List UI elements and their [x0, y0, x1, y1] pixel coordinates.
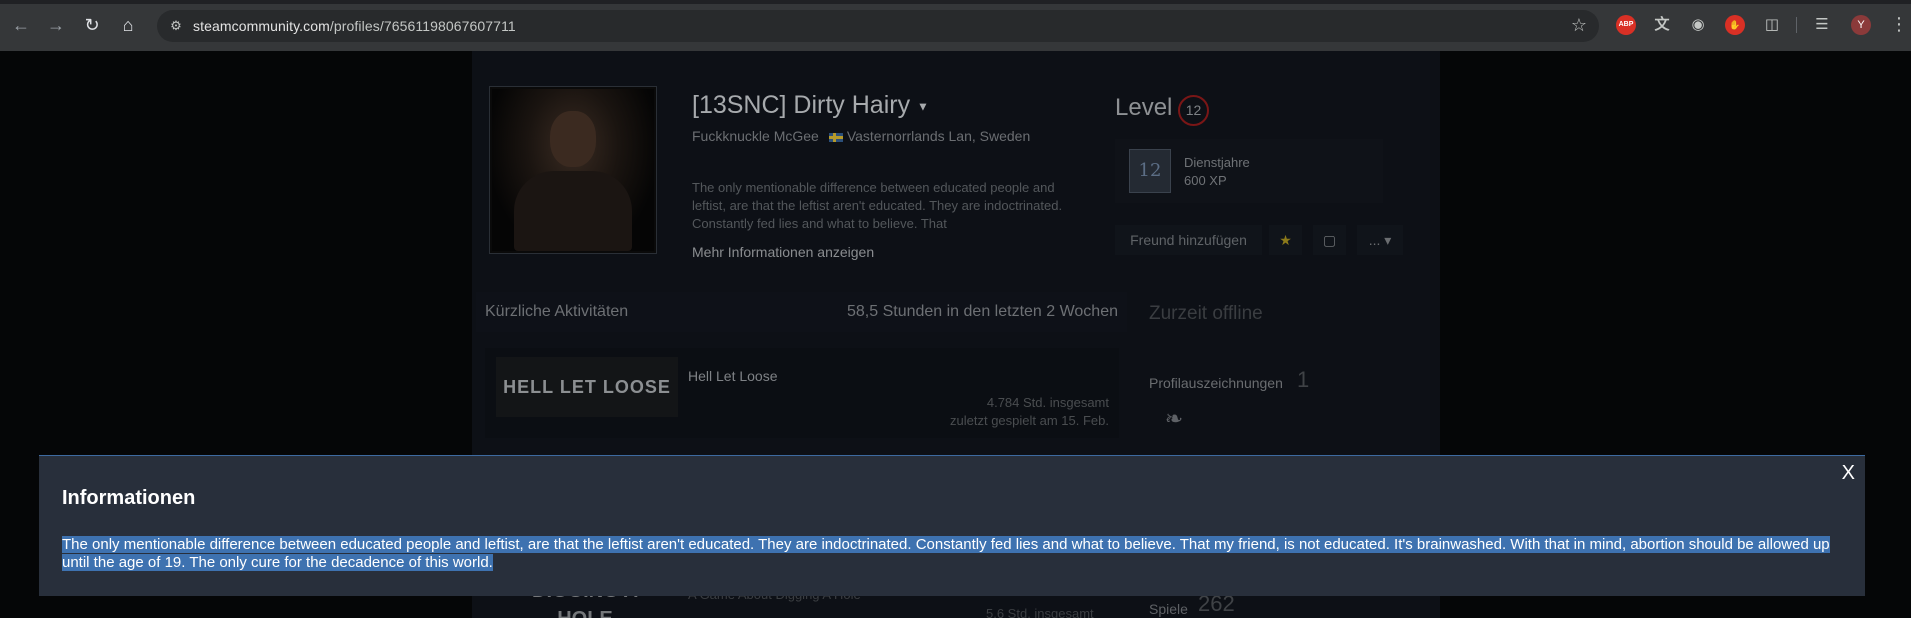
recent-activity-header: Kürzliche Aktivitäten 58,5 Stunden in de…: [476, 292, 1127, 332]
favorite-badge[interactable]: 12 Dienstjahre 600 XP: [1115, 139, 1383, 203]
real-name-line: Fuckknuckle McGee Vasternorrlands Lan, Sw…: [692, 128, 1030, 144]
browser-toolbar: ← → ↻ ⌂ ⚙ steamcommunity.com/profiles/76…: [0, 0, 1911, 51]
avatar-head-shape: [550, 111, 596, 167]
dialog-body[interactable]: The only mentionable difference between …: [62, 536, 1852, 572]
chevron-down-icon[interactable]: ▼: [917, 99, 929, 113]
game-total-hours: 4.784 Std. insgesamt: [986, 395, 1109, 410]
profile-avatar-button[interactable]: Y: [1851, 15, 1871, 35]
recent-activity-title: Kürzliche Aktivitäten: [485, 303, 629, 320]
url-host: steamcommunity.com: [193, 18, 330, 34]
level-badge: 12: [1178, 95, 1209, 126]
information-dialog: Informationen X The only mentionable dif…: [39, 455, 1865, 596]
playlist-icon[interactable]: ☰: [1812, 15, 1832, 35]
badge-name: Dienstjahre: [1184, 155, 1250, 170]
location: Vasternorrlands Lan, Sweden: [846, 128, 1031, 144]
game-name[interactable]: Hell Let Loose: [688, 368, 778, 384]
forward-icon[interactable]: →: [45, 14, 67, 36]
site-info-icon[interactable]: ⚙: [167, 17, 185, 35]
game2-hours: 5,6 Std. insgesamt: [986, 606, 1094, 618]
winged-award-icon[interactable]: ❧: [1152, 406, 1196, 438]
award-ribbon-icon[interactable]: ★: [1269, 225, 1302, 255]
game-last-played: zuletzt gespielt am 15. Feb.: [950, 413, 1109, 428]
avatar-body-shape: [514, 171, 632, 251]
mask-icon[interactable]: ◉: [1688, 15, 1708, 35]
level-label: Level: [1115, 94, 1173, 121]
profile-awards-count[interactable]: 1: [1297, 367, 1309, 393]
adblock-icon[interactable]: ABP: [1616, 15, 1636, 35]
hand-stop-icon[interactable]: ✋: [1725, 15, 1745, 35]
reload-icon[interactable]: ↻: [81, 14, 103, 36]
persona-name-text: [13SNC] Dirty Hairy: [692, 91, 911, 119]
toolbar-separator: [1796, 17, 1797, 33]
home-icon[interactable]: ⌂: [117, 14, 139, 36]
more-info-link[interactable]: Mehr Informationen anzeigen: [692, 244, 874, 260]
avatar-photo: [492, 89, 654, 251]
address-bar[interactable]: ⚙ steamcommunity.com/profiles/7656119806…: [157, 10, 1599, 42]
extensions-puzzle-icon[interactable]: ◫: [1762, 15, 1782, 35]
profile-avatar[interactable]: [489, 86, 657, 254]
user-card-icon[interactable]: ▢: [1313, 225, 1346, 255]
bookmark-star-icon[interactable]: ☆: [1571, 15, 1587, 36]
sweden-flag-icon: [828, 132, 843, 142]
url-text[interactable]: steamcommunity.com/profiles/765611980676…: [193, 18, 516, 34]
more-actions-button[interactable]: ... ▾: [1357, 225, 1403, 255]
tab-strip-edge: [0, 0, 1911, 4]
selected-summary-text: The only mentionable difference between …: [62, 536, 1830, 571]
recent-game-card[interactable]: HELL LET LOOSE Hell Let Loose 4.784 Std.…: [485, 348, 1119, 438]
browser-menu-icon[interactable]: ⋮: [1890, 14, 1908, 35]
profile-summary: The only mentionable difference between …: [692, 180, 1063, 231]
add-friend-button[interactable]: Freund hinzufügen: [1115, 225, 1262, 255]
persona-name[interactable]: [13SNC] Dirty Hairy ▼: [692, 91, 929, 120]
badge-xp: 600 XP: [1184, 173, 1227, 188]
back-icon[interactable]: ←: [10, 14, 32, 36]
translate-icon[interactable]: 文: [1652, 15, 1672, 35]
dialog-title: Informationen: [62, 487, 196, 509]
url-path: /profiles/76561198067607711: [329, 18, 516, 34]
profile-awards-label[interactable]: Profilauszeichnungen: [1149, 375, 1283, 391]
online-status: Zurzeit offline: [1149, 303, 1263, 324]
games-label[interactable]: Spiele: [1149, 601, 1188, 617]
game-banner[interactable]: HELL LET LOOSE: [496, 357, 678, 417]
recent-hours-summary: 58,5 Stunden in den letzten 2 Wochen: [846, 303, 1118, 320]
years-of-service-badge-icon: 12: [1129, 149, 1171, 193]
real-name: Fuckknuckle McGee: [692, 128, 819, 144]
close-icon[interactable]: X: [1842, 462, 1855, 485]
